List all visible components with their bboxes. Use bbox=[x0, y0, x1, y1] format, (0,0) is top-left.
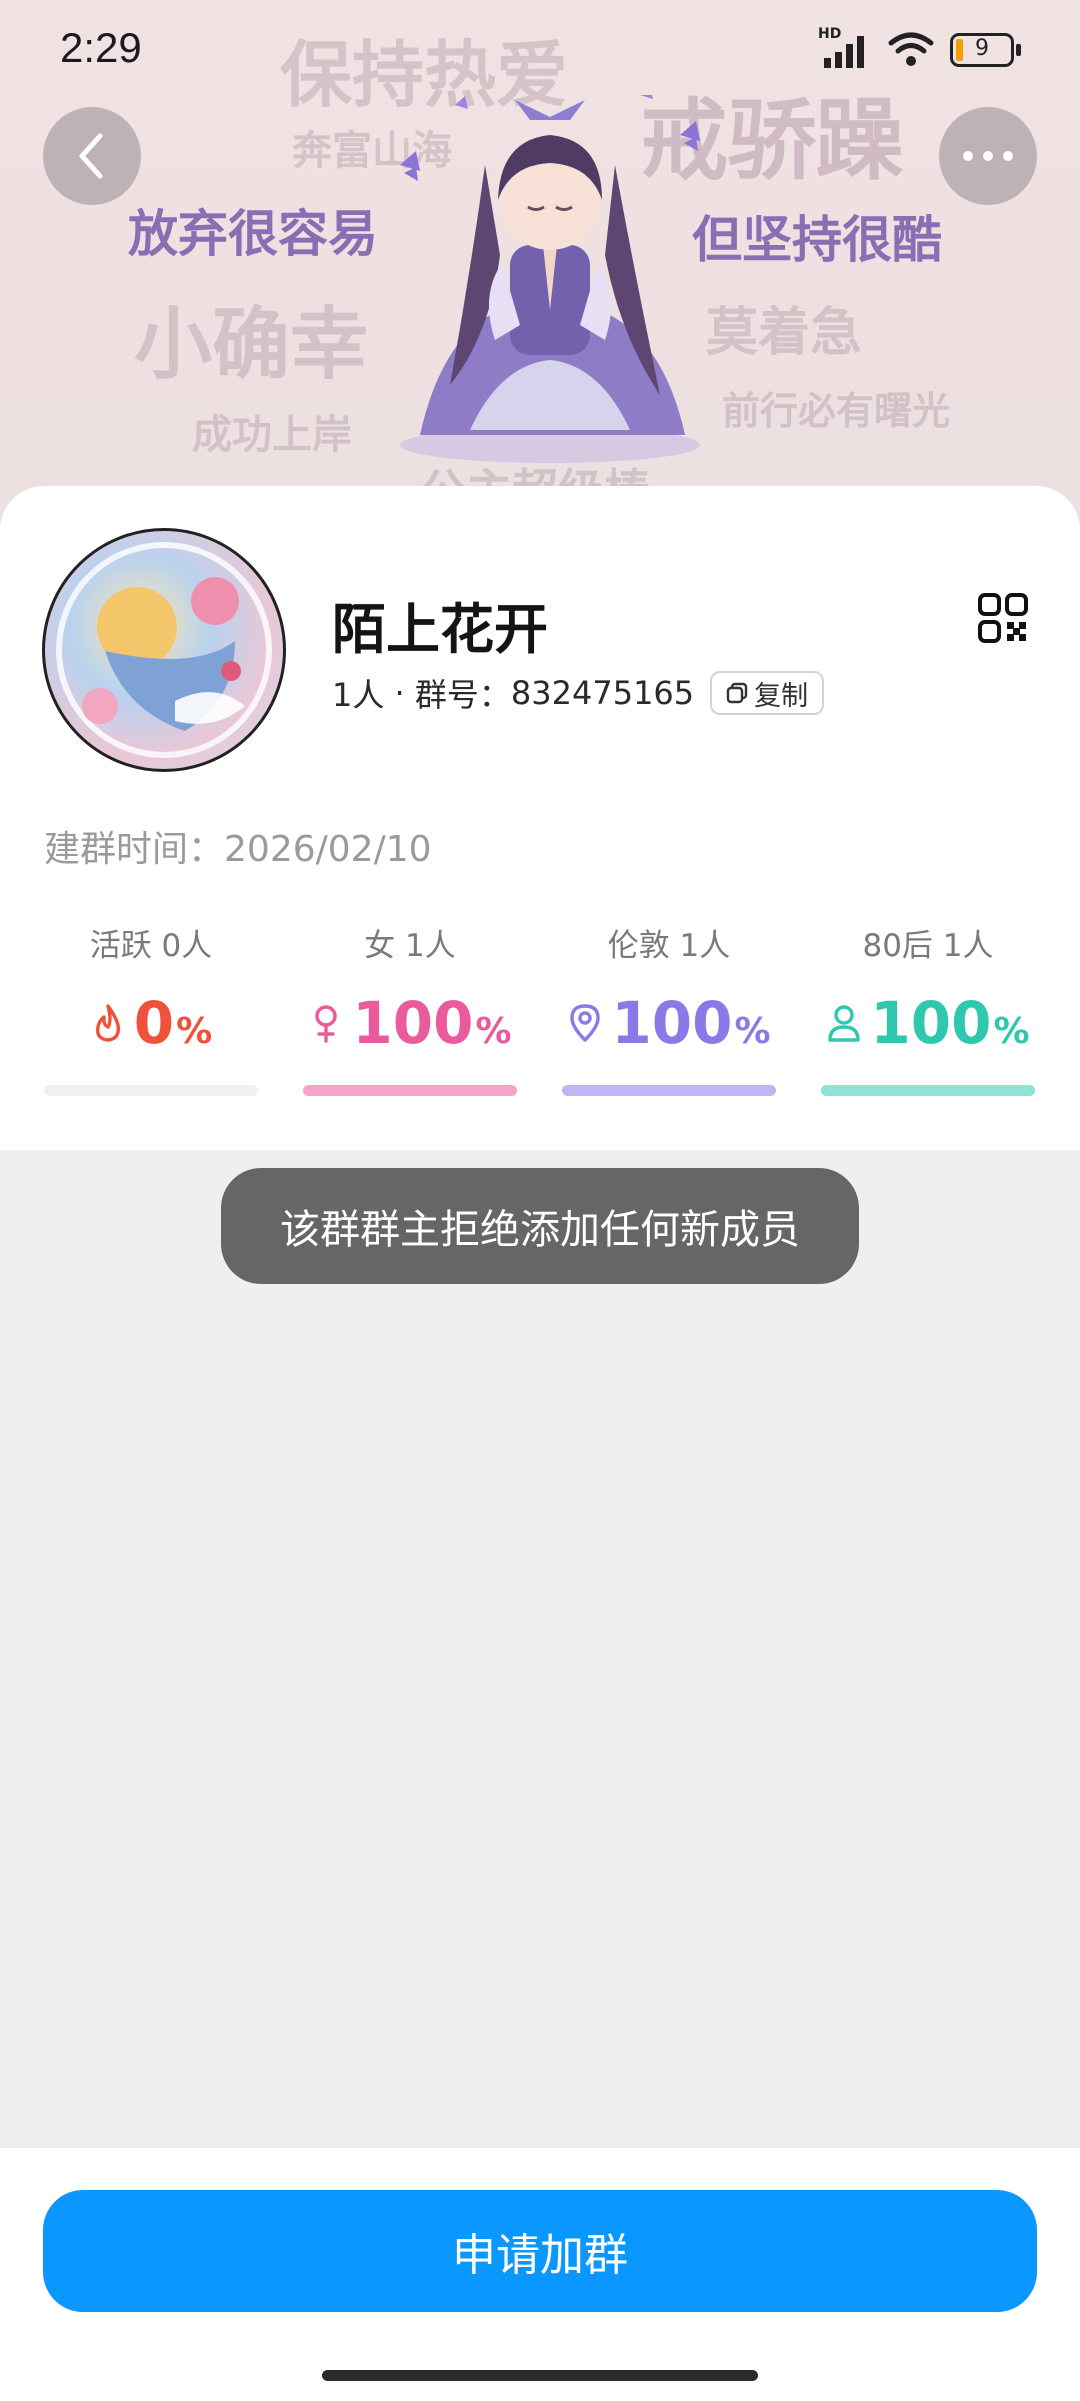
banner-text: 但坚持很酷 bbox=[692, 211, 942, 269]
status-bar: 2:29 HD 9 bbox=[0, 0, 1080, 100]
stat-value: 100 bbox=[611, 989, 733, 1057]
banner-text: 莫着急 bbox=[706, 303, 863, 363]
group-avatar[interactable] bbox=[42, 528, 286, 772]
copy-button[interactable]: 复制 bbox=[710, 671, 825, 715]
stat-unit: % bbox=[734, 1011, 771, 1052]
stat-bar-location bbox=[562, 1085, 776, 1096]
stat-value: 100 bbox=[352, 989, 474, 1057]
location-pin-icon bbox=[570, 1004, 601, 1042]
group-banner: 保持热爱 奔富山海 戒骄躁 放弃很容易 但坚持很酷 小确幸 莫着急 成功上岸 前… bbox=[0, 0, 1080, 530]
stat-label: 女 bbox=[364, 928, 396, 964]
stat-count: 1人 bbox=[932, 928, 994, 964]
created-date: 2026/02/10 bbox=[224, 829, 432, 870]
apply-join-button[interactable]: 申请加群 bbox=[43, 2190, 1037, 2312]
stat-unit: % bbox=[993, 1011, 1030, 1052]
battery-icon: 9 bbox=[950, 33, 1022, 67]
avatar-image bbox=[56, 542, 272, 758]
chevron-left-icon bbox=[79, 133, 103, 179]
home-indicator[interactable] bbox=[322, 2370, 758, 2381]
more-horizontal-icon bbox=[963, 151, 1013, 161]
status-time: 2:29 bbox=[60, 24, 142, 71]
stat-bar-age bbox=[821, 1085, 1035, 1096]
created-label: 建群时间： bbox=[44, 829, 225, 870]
stat-bar-active bbox=[44, 1085, 258, 1096]
creation-date-row: 建群时间：2026/02/10 bbox=[44, 820, 432, 872]
person-icon bbox=[828, 1005, 861, 1042]
stat-label: 80后 bbox=[862, 928, 933, 964]
stat-gender: 女 1人 100% bbox=[303, 920, 517, 1057]
back-button[interactable] bbox=[43, 107, 141, 205]
toast-message: 该群群主拒绝添加任何新成员 bbox=[221, 1168, 859, 1284]
banner-illustration bbox=[400, 95, 700, 463]
banner-text: 放弃很容易 bbox=[128, 205, 378, 263]
battery-level: 9 bbox=[975, 36, 989, 61]
banner-text: 前行必有曙光 bbox=[722, 389, 951, 433]
group-id: 832475165 bbox=[510, 674, 695, 712]
copy-label: 复制 bbox=[754, 680, 809, 712]
stat-count: 0人 bbox=[151, 928, 213, 964]
group-name: 陌上花开 bbox=[332, 598, 548, 661]
stat-unit: % bbox=[176, 1011, 213, 1052]
signal-icon: HD bbox=[818, 26, 872, 70]
stat-active: 活跃 0人 0% bbox=[44, 920, 258, 1057]
stat-count: 1人 bbox=[669, 928, 731, 964]
stat-value: 0 bbox=[133, 989, 175, 1057]
stat-count: 1人 bbox=[395, 928, 456, 964]
flame-icon bbox=[95, 1004, 120, 1042]
stat-location: 伦敦 1人 100% bbox=[562, 920, 776, 1057]
stat-unit: % bbox=[475, 1011, 512, 1052]
qr-code-icon[interactable] bbox=[978, 593, 1028, 643]
banner-text: 成功上岸 bbox=[192, 412, 352, 458]
stat-age: 80后 1人 100% bbox=[821, 920, 1035, 1057]
female-icon bbox=[315, 1005, 338, 1043]
stat-value: 100 bbox=[870, 989, 992, 1057]
wifi-icon bbox=[888, 32, 934, 66]
banner-text: 小确幸 bbox=[134, 300, 369, 390]
member-count: 1人 bbox=[332, 676, 385, 714]
more-button[interactable] bbox=[939, 107, 1037, 205]
stat-label: 活跃 bbox=[89, 928, 152, 964]
meta-separator: · bbox=[384, 674, 415, 712]
stat-label: 伦敦 bbox=[607, 928, 670, 964]
group-id-label: 群号： bbox=[414, 676, 511, 714]
group-meta: 1人 · 群号： 832475165 复制 bbox=[332, 670, 825, 716]
copy-icon bbox=[726, 682, 748, 704]
stat-bar-gender bbox=[303, 1085, 517, 1096]
